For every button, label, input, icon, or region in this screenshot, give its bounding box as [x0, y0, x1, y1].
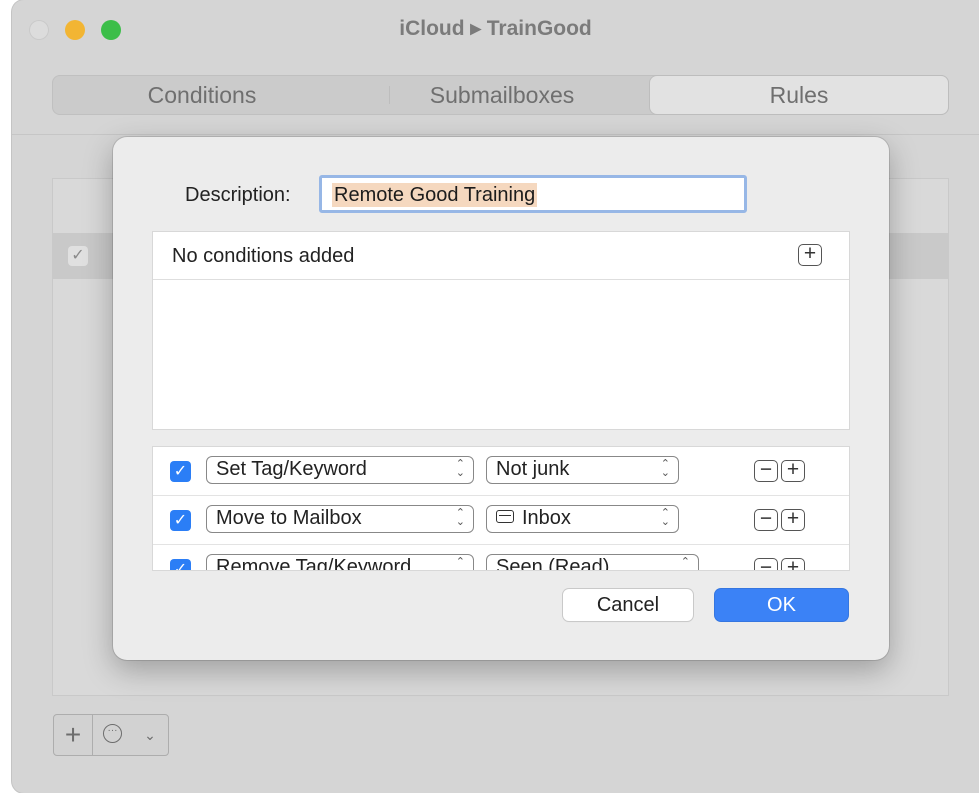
add-action-button[interactable]: + — [781, 557, 805, 570]
add-condition-button[interactable]: + — [798, 243, 822, 266]
popup-chevrons-icon: ⌃⌄ — [660, 507, 670, 528]
action-value-label: Not junk — [496, 458, 570, 480]
action-value-popup[interactable]: Seen (Read) ⌃⌄ — [486, 554, 699, 570]
title-bar: iCloud ▸ TrainGood — [12, 0, 979, 62]
popup-chevrons-icon: ⌃⌄ — [455, 556, 465, 571]
remove-action-button[interactable]: − — [754, 557, 778, 570]
action-value-popup[interactable]: Not junk ⌃ ⌄ — [486, 456, 679, 484]
action-type-popup[interactable]: Remove Tag/Keyword ⌃⌄ — [206, 554, 474, 570]
inbox-tray-icon — [496, 510, 514, 524]
list-controls: + ··· ⌄ — [53, 714, 169, 756]
cancel-button[interactable]: Cancel — [563, 589, 693, 621]
action-type-popup[interactable]: Move to Mailbox ⌃ ⌄ — [206, 505, 474, 533]
controls-divider — [92, 715, 93, 755]
rule-editor-sheet: Description: Remote Good Training No con… — [113, 137, 889, 660]
add-action-button[interactable]: + — [781, 459, 805, 482]
action-type-label: Remove Tag/Keyword — [216, 556, 412, 570]
popup-chevrons-icon: ⌃⌄ — [455, 507, 465, 528]
action-type-label: Set Tag/Keyword — [216, 458, 367, 480]
description-label: Description: — [185, 184, 291, 206]
actions-list: ✓ Set Tag/Keyword ⌃ ⌄ Not junk ⌃ ⌄ − + ✓ M… — [153, 447, 849, 570]
popup-chevrons-icon: ⌃⌄ — [455, 458, 465, 479]
rule-enabled-checkbox[interactable]: ✓ — [68, 246, 88, 266]
conditions-header: No conditions added + — [153, 232, 849, 280]
ok-button[interactable]: OK — [715, 589, 848, 621]
action-row: ✓ Move to Mailbox ⌃ ⌄ Inbox ⌃ ⌄ − + — [153, 496, 849, 545]
add-rule-button[interactable]: + — [54, 715, 92, 755]
action-enabled-checkbox[interactable]: ✓ — [170, 461, 191, 482]
add-action-button[interactable]: + — [781, 508, 805, 531]
window-title: iCloud ▸ TrainGood — [399, 17, 592, 40]
remove-action-button[interactable]: − — [754, 459, 778, 482]
more-actions-button[interactable]: ··· — [94, 715, 132, 755]
action-enabled-checkbox[interactable]: ✓ — [170, 510, 191, 531]
ellipsis-circle-icon: ··· — [103, 724, 122, 743]
conditions-list: No conditions added + — [153, 232, 849, 429]
description-field[interactable]: Remote Good Training — [319, 175, 747, 213]
tab-conditions[interactable]: Conditions — [52, 75, 352, 115]
description-value: Remote Good Training — [332, 183, 538, 207]
action-type-label: Move to Mailbox — [216, 507, 362, 529]
action-row: ✓ Remove Tag/Keyword ⌃⌄ Seen (Read) ⌃⌄ −… — [153, 545, 849, 570]
chevron-down-icon[interactable]: ⌄ — [134, 715, 166, 755]
conditions-empty-text: No conditions added — [172, 245, 355, 267]
action-enabled-checkbox[interactable]: ✓ — [170, 559, 191, 570]
action-value-label: Seen (Read) — [496, 556, 610, 570]
tab-rules[interactable]: Rules — [650, 76, 948, 114]
popup-chevrons-icon: ⌃⌄ — [680, 556, 690, 571]
popup-chevrons-icon: ⌃⌄ — [660, 458, 670, 479]
action-value-popup[interactable]: Inbox ⌃ ⌄ — [486, 505, 679, 533]
toolbar-divider — [12, 134, 979, 135]
tab-submailboxes[interactable]: Submailboxes — [352, 75, 652, 115]
tab-bar: Conditions Submailboxes Rules — [52, 75, 949, 115]
remove-action-button[interactable]: − — [754, 508, 778, 531]
action-type-popup[interactable]: Set Tag/Keyword ⌃ ⌄ — [206, 456, 474, 484]
action-row: ✓ Set Tag/Keyword ⌃ ⌄ Not junk ⌃ ⌄ − + — [153, 447, 849, 496]
action-value-label: Inbox — [522, 507, 571, 529]
